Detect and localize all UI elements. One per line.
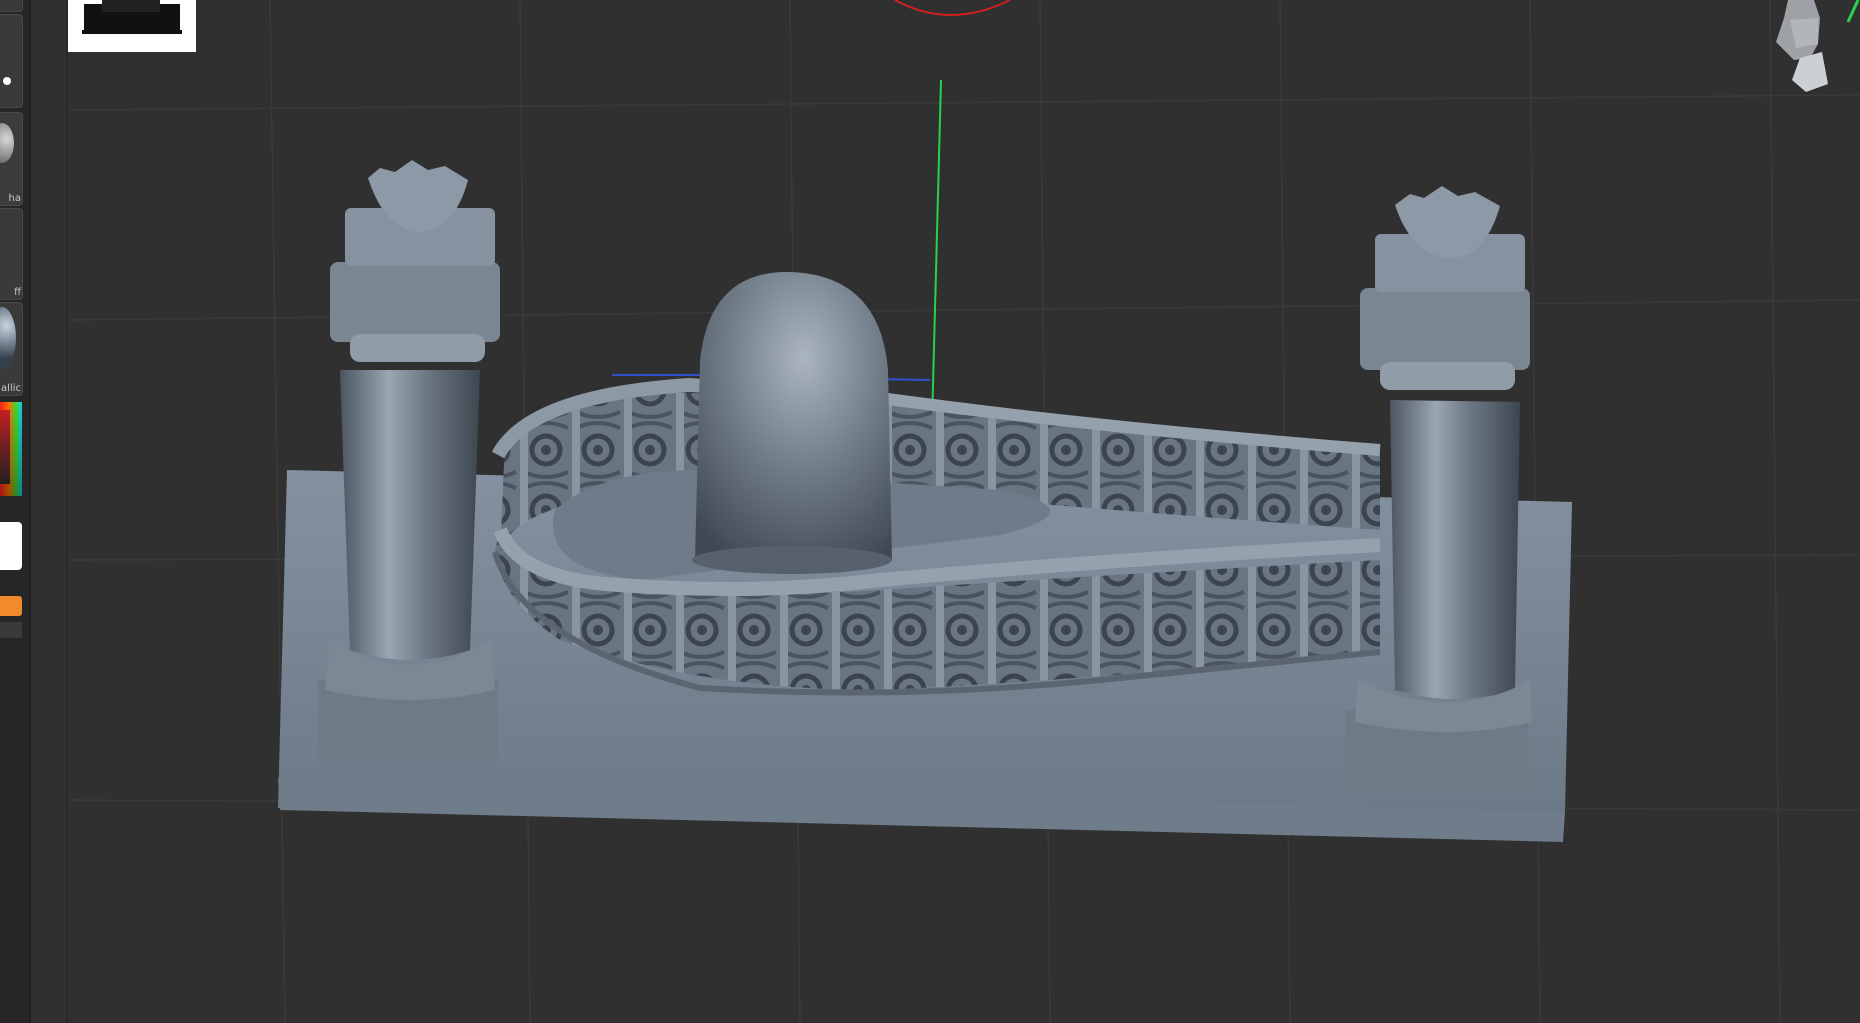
shiva-lingam-altar-model[interactable] [278,160,1572,842]
model-thumbnail[interactable] [68,0,196,52]
brush-slot-top[interactable] [0,0,23,12]
axis-red-arc [894,0,1011,16]
texture-slot-label: ff [14,287,21,298]
material-sphere-icon [0,307,16,369]
color-saturation-area[interactable] [0,410,10,484]
material-slot-label: allic [1,383,21,394]
color-picker[interactable] [0,402,22,496]
texture-slot[interactable]: ff [0,208,23,300]
left-tool-panel: ha ff allic [0,0,31,1023]
secondary-color-swatch[interactable] [0,596,22,616]
alpha-slot[interactable]: ha [0,112,23,206]
main-color-swatch[interactable] [0,522,22,570]
brush-dot-icon [3,77,11,85]
swatch-extra [0,622,22,638]
alpha-slot-label: ha [8,193,21,204]
axis-green-tick [1846,0,1860,23]
brush-slot[interactable] [0,14,23,108]
3d-viewport[interactable] [68,0,1860,1023]
alpha-preview-icon [0,123,14,163]
head-navigation-icon[interactable] [1760,0,1840,100]
model-thumbnail-icon [82,0,182,34]
left-pillar [318,160,500,762]
material-slot[interactable]: allic [0,302,23,396]
